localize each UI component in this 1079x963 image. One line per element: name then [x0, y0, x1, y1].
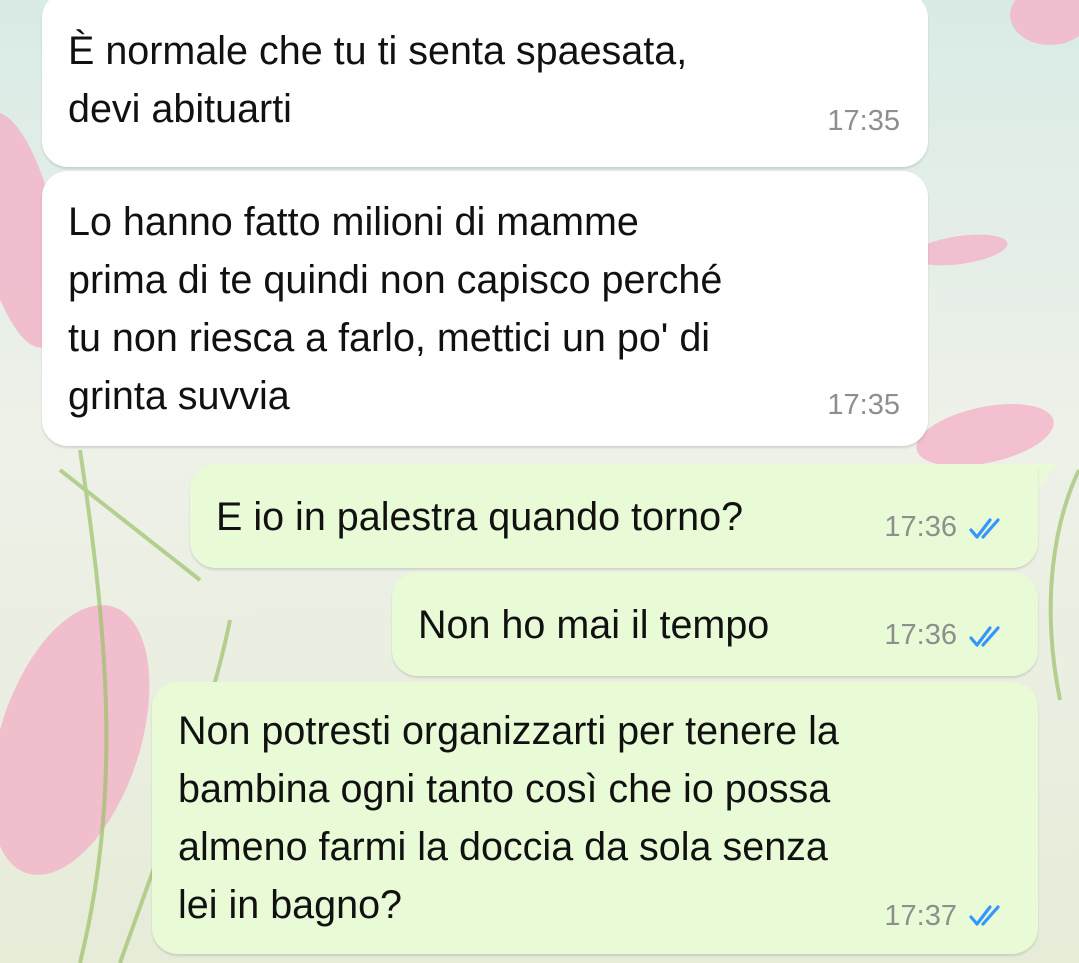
message-text: È normale che tu ti senta spaesata, devi…	[68, 29, 688, 131]
incoming-message-bubble[interactable]: È normale che tu ti senta spaesata, devi…	[42, 0, 928, 167]
outgoing-message-bubble[interactable]: Non ho mai il tempo 17:36	[392, 572, 1038, 676]
message-text: E io in palestra quando torno?	[216, 495, 744, 539]
double-check-read-icon	[969, 518, 1000, 539]
outgoing-message-bubble[interactable]: Non potresti organizzarti per tenere la …	[152, 682, 1038, 954]
message-time: 17:36	[884, 511, 957, 543]
message-time: 17:35	[827, 105, 900, 137]
double-check-read-icon	[969, 905, 1000, 926]
message-time: 17:36	[884, 619, 957, 651]
message-text: Non potresti organizzarti per tenere la …	[178, 709, 839, 927]
message-text: Non ho mai il tempo	[418, 603, 770, 647]
incoming-message-bubble[interactable]: Lo hanno fatto milioni di mamme prima di…	[42, 171, 928, 446]
message-time: 17:37	[884, 900, 957, 932]
message-text: Lo hanno fatto milioni di mamme prima di…	[68, 200, 723, 418]
double-check-read-icon	[969, 626, 1000, 647]
message-time: 17:35	[827, 389, 900, 421]
chat-message-list[interactable]: È normale che tu ti senta spaesata, devi…	[0, 0, 1079, 963]
outgoing-message-bubble[interactable]: E io in palestra quando torno? 17:36	[190, 464, 1038, 568]
